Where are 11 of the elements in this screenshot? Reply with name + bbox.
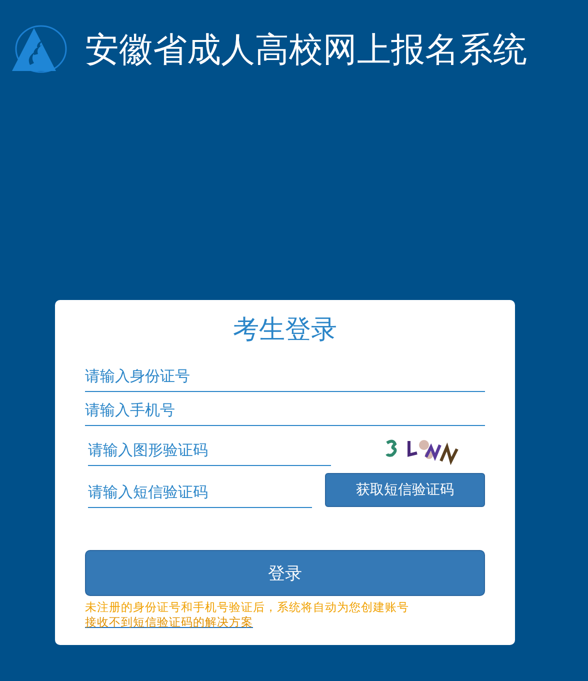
input-field[interactable]: 请输入身份证号 (85, 361, 485, 392)
input-field[interactable]: 请输入图形验证码 (88, 434, 331, 466)
input-field[interactable]: 请输入短信验证码 (88, 477, 312, 508)
input-field[interactable]: 请输入手机号 (85, 395, 485, 426)
get-code-button[interactable]: 获取短信验证码 (325, 472, 485, 506)
login-button[interactable]: 登录 (85, 550, 485, 596)
logo-icon (10, 25, 68, 75)
help-link[interactable]: 接收不到短信验证码的解决方案 (85, 615, 253, 630)
login-title: 考生登录 (233, 314, 337, 347)
notice-text: 未注册的身份证号和手机号验证后，系统将自动为您创建账号 (85, 600, 410, 615)
site-title: 安徽省成人高校网上报名系统 (85, 29, 527, 72)
